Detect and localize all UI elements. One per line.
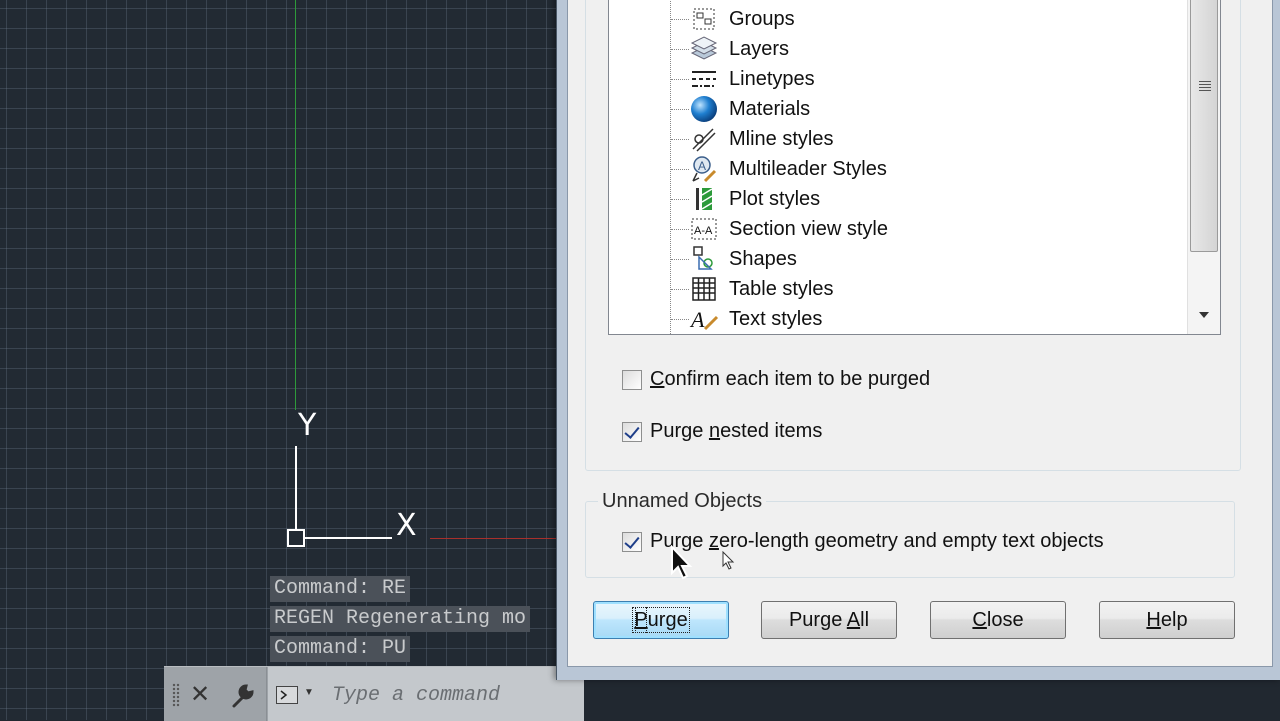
confirm-each-checkbox[interactable]	[622, 369, 642, 390]
tree-connector	[671, 19, 689, 20]
mouse-pointer-icon	[671, 545, 693, 580]
tree-connector	[671, 139, 689, 140]
tree-item-label: Multileader Styles	[729, 158, 887, 180]
command-prompt-icon[interactable]	[276, 686, 298, 704]
tree-item-label: Materials	[729, 98, 811, 120]
groups-icon	[693, 8, 715, 30]
ucs-y-label: Y	[298, 408, 317, 443]
tree-connector	[671, 289, 689, 290]
purge-dialog: Groups Layers Linetypes Materials Mline styl…	[556, 0, 1280, 680]
plot-styles-icon	[696, 188, 713, 210]
purge-nested-label: Purge nested items	[650, 420, 823, 442]
command-input-area: ▼	[268, 667, 584, 721]
scroll-down-icon[interactable]	[1199, 312, 1209, 318]
tree-item-label: Layers	[729, 38, 790, 60]
chevron-down-icon[interactable]: ▼	[304, 687, 314, 698]
svg-text:A: A	[698, 159, 706, 173]
section-view-style-icon: A-A	[691, 218, 717, 240]
svg-text:A-A: A-A	[694, 225, 713, 237]
ucs-origin-box	[287, 529, 305, 547]
purge-all-button[interactable]: Purge All	[761, 601, 897, 639]
purge-nested-option[interactable]: Purge nested items	[622, 420, 822, 443]
linetypes-icon	[692, 71, 716, 87]
purge-items-tree[interactable]: Groups Layers Linetypes Materials Mline styl…	[608, 0, 1221, 335]
tree-item-label: Groups	[729, 8, 795, 30]
tree-connector	[671, 49, 689, 50]
multileader-styles-icon: A	[692, 156, 717, 183]
history-line: Command: PU	[270, 636, 411, 662]
confirm-each-label: Confirm each item to be purged	[650, 368, 931, 390]
tree-item-label: Shapes	[729, 248, 797, 270]
tree-connector	[670, 0, 671, 334]
history-line: Command: RE	[270, 576, 411, 602]
tree-item-label: Mline styles	[729, 128, 834, 150]
command-line-bar: ✕ ▼	[164, 666, 584, 721]
shapes-icon	[693, 246, 713, 270]
text-styles-icon: A	[689, 307, 719, 332]
tree-item-label: Linetypes	[729, 68, 815, 90]
tree-connector	[671, 319, 689, 320]
svg-text:A: A	[689, 307, 705, 332]
tree-connector	[671, 229, 689, 230]
tree-connector	[671, 259, 689, 260]
ucs-x-label: X	[396, 508, 417, 543]
purge-button[interactable]: Purge	[593, 601, 729, 639]
scroll-grip-icon	[1199, 81, 1211, 93]
command-input[interactable]	[330, 681, 584, 709]
tree-connector	[671, 169, 689, 170]
table-styles-icon	[692, 277, 716, 301]
purge-zero-length-label: Purge zero-length geometry and empty tex…	[650, 530, 1104, 552]
help-button[interactable]: Help	[1099, 601, 1235, 639]
unnamed-objects-title: Unnamed Objects	[598, 490, 767, 513]
tree-connector	[671, 79, 689, 80]
scroll-thumb[interactable]	[1190, 0, 1218, 252]
wrench-icon[interactable]	[228, 682, 256, 710]
tree-connector	[671, 109, 689, 110]
tree-item-label: Plot styles	[729, 188, 821, 210]
drawing-area[interactable]: Y X Command: RE REGEN Regenerating mo Co…	[0, 0, 560, 720]
tree-item-label: Table styles	[729, 278, 834, 300]
mline-styles-icon	[692, 128, 716, 152]
purge-zero-length-checkbox[interactable]	[622, 531, 642, 552]
history-line: REGEN Regenerating mo	[270, 606, 531, 632]
tree-scrollbar[interactable]	[1187, 0, 1220, 334]
purge-nested-checkbox[interactable]	[622, 421, 642, 442]
close-button[interactable]: Close	[930, 601, 1066, 639]
materials-icon	[691, 96, 717, 122]
close-icon[interactable]: ✕	[188, 683, 212, 707]
drag-grip-icon[interactable]	[172, 683, 180, 707]
tree-item-label: Text styles	[729, 308, 823, 330]
command-history: Command: RE REGEN Regenerating mo Comman…	[270, 576, 531, 666]
divider	[266, 667, 267, 721]
layers-icon	[690, 36, 718, 60]
tree-connector	[671, 199, 689, 200]
ghost-pointer-icon	[722, 551, 735, 570]
confirm-each-option[interactable]: Confirm each item to be purged	[622, 368, 930, 391]
tree-item-label: Section view style	[729, 218, 888, 240]
